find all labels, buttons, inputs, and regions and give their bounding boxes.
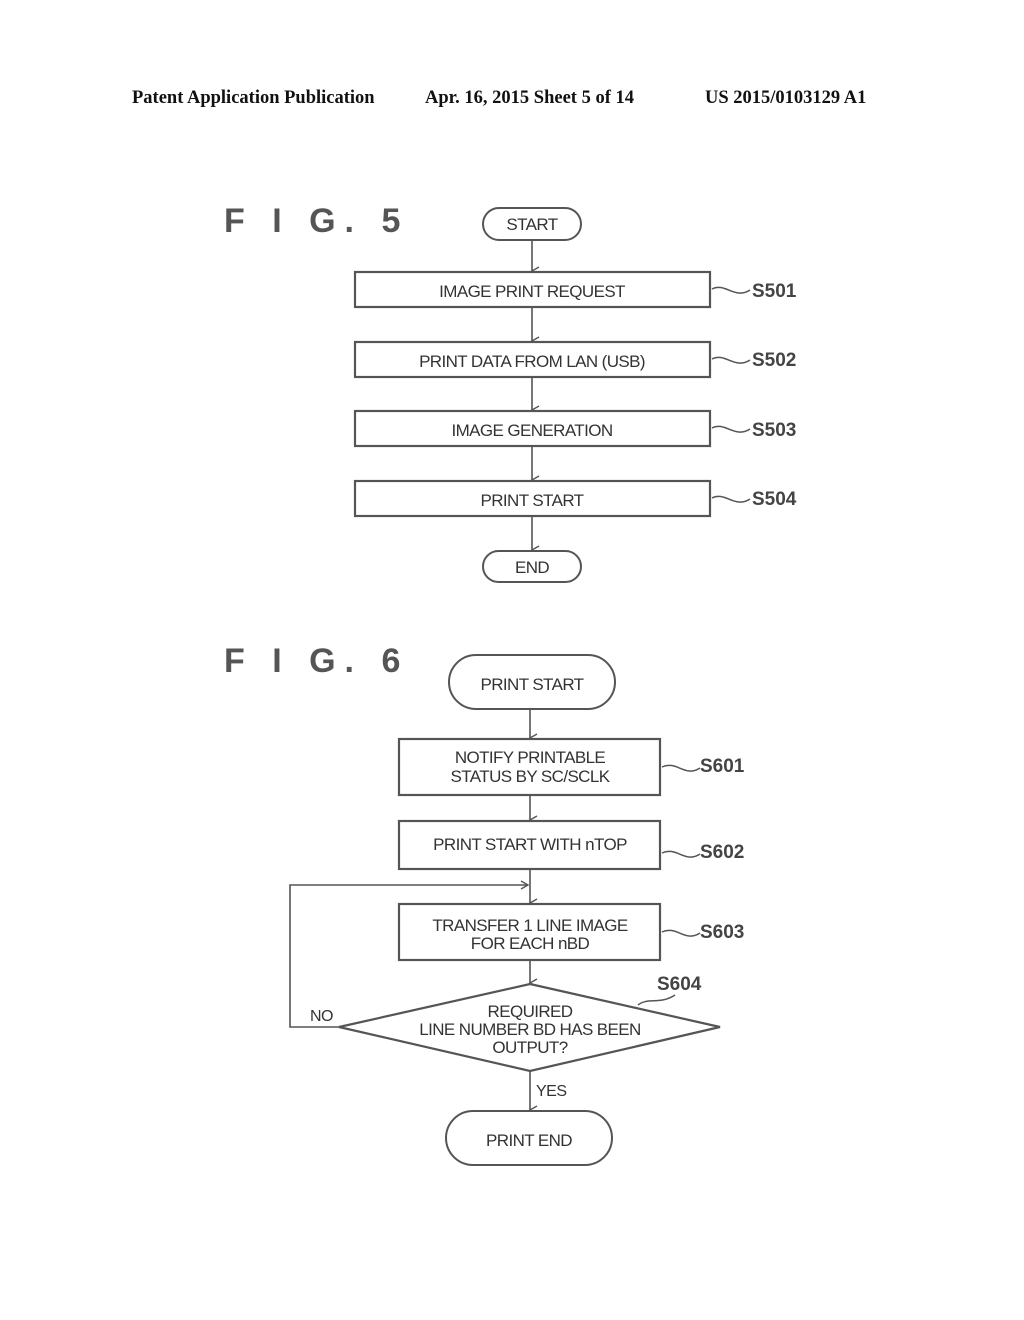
fig5-start-terminal: START [482, 207, 582, 241]
fig6-leader-line [661, 850, 701, 858]
fig6-step-s602: PRINT START WITH nTOP S602 [397, 819, 744, 871]
fig5-leader-line [711, 286, 751, 294]
fig6-decision-label-line1: REQUIRED [488, 1002, 573, 1021]
fig5-start-label: START [506, 215, 557, 234]
fig5-step-s502: PRINT DATA FROM LAN (USB) S502 [353, 340, 796, 379]
fig6-decision-s604: REQUIRED LINE NUMBER BD HAS BEEN OUTPUT?… [338, 974, 721, 1073]
figure-5: F I G. 5 START IMAGE PRINT REQUEST S501 … [224, 202, 797, 583]
fig6-step-id: S603 [700, 922, 744, 943]
fig5-step-id: S502 [752, 350, 796, 371]
fig5-step-id: S503 [752, 420, 796, 441]
fig5-step-label: PRINT START [481, 491, 584, 510]
fig6-decision-id: S604 [657, 974, 702, 995]
fig5-leader-line [711, 425, 751, 433]
fig5-title: F I G. 5 [224, 202, 409, 240]
flowchart-diagrams: F I G. 5 START IMAGE PRINT REQUEST S501 … [224, 202, 797, 1166]
figure-6: F I G. 6 PRINT START NOTIFY PRINTABLE ST… [224, 642, 745, 1166]
fig6-title: F I G. 6 [224, 642, 409, 680]
fig6-step-id: S601 [700, 756, 745, 777]
fig6-step-id: S602 [700, 842, 744, 863]
fig5-step-label: PRINT DATA FROM LAN (USB) [419, 352, 645, 371]
fig6-step-label-line1: TRANSFER 1 LINE IMAGE [432, 916, 627, 935]
fig6-step-label-line2: STATUS BY SC/SCLK [451, 767, 611, 786]
fig5-end-label: END [515, 558, 549, 577]
fig6-leader-line [661, 764, 701, 772]
fig6-step-s603: TRANSFER 1 LINE IMAGE FOR EACH nBD S603 [397, 902, 744, 962]
fig5-step-label: IMAGE PRINT REQUEST [439, 282, 625, 301]
fig6-decision-label-line3: OUTPUT? [492, 1038, 567, 1057]
fig6-leader-line [661, 929, 701, 937]
fig6-leader-line [637, 994, 676, 1006]
fig6-step-label: PRINT START WITH nTOP [433, 835, 627, 854]
fig6-end-terminal: PRINT END [445, 1110, 613, 1166]
fig5-step-label: IMAGE GENERATION [451, 421, 612, 440]
fig6-start-label: PRINT START [481, 675, 584, 694]
fig6-decision-label-line2: LINE NUMBER BD HAS BEEN [419, 1020, 640, 1039]
fig5-step-id: S501 [752, 281, 797, 302]
fig5-end-terminal: END [482, 550, 582, 583]
fig6-step-label-line1: NOTIFY PRINTABLE [455, 748, 606, 767]
fig5-leader-line [711, 356, 751, 364]
fig5-leader-line [711, 495, 751, 503]
fig6-step-label-line2: FOR EACH nBD [471, 934, 590, 953]
fig5-step-s501: IMAGE PRINT REQUEST S501 [353, 270, 797, 309]
fig6-yes-label: YES [536, 1083, 567, 1100]
fig6-no-label: NO [310, 1008, 333, 1025]
fig5-step-s504: PRINT START S504 [353, 479, 797, 518]
fig5-step-id: S504 [752, 489, 797, 510]
fig5-step-s503: IMAGE GENERATION S503 [353, 409, 796, 448]
fig6-step-s601: NOTIFY PRINTABLE STATUS BY SC/SCLK S601 [397, 737, 745, 797]
fig6-end-label: PRINT END [486, 1131, 572, 1150]
fig6-start-terminal: PRINT START [448, 654, 616, 710]
